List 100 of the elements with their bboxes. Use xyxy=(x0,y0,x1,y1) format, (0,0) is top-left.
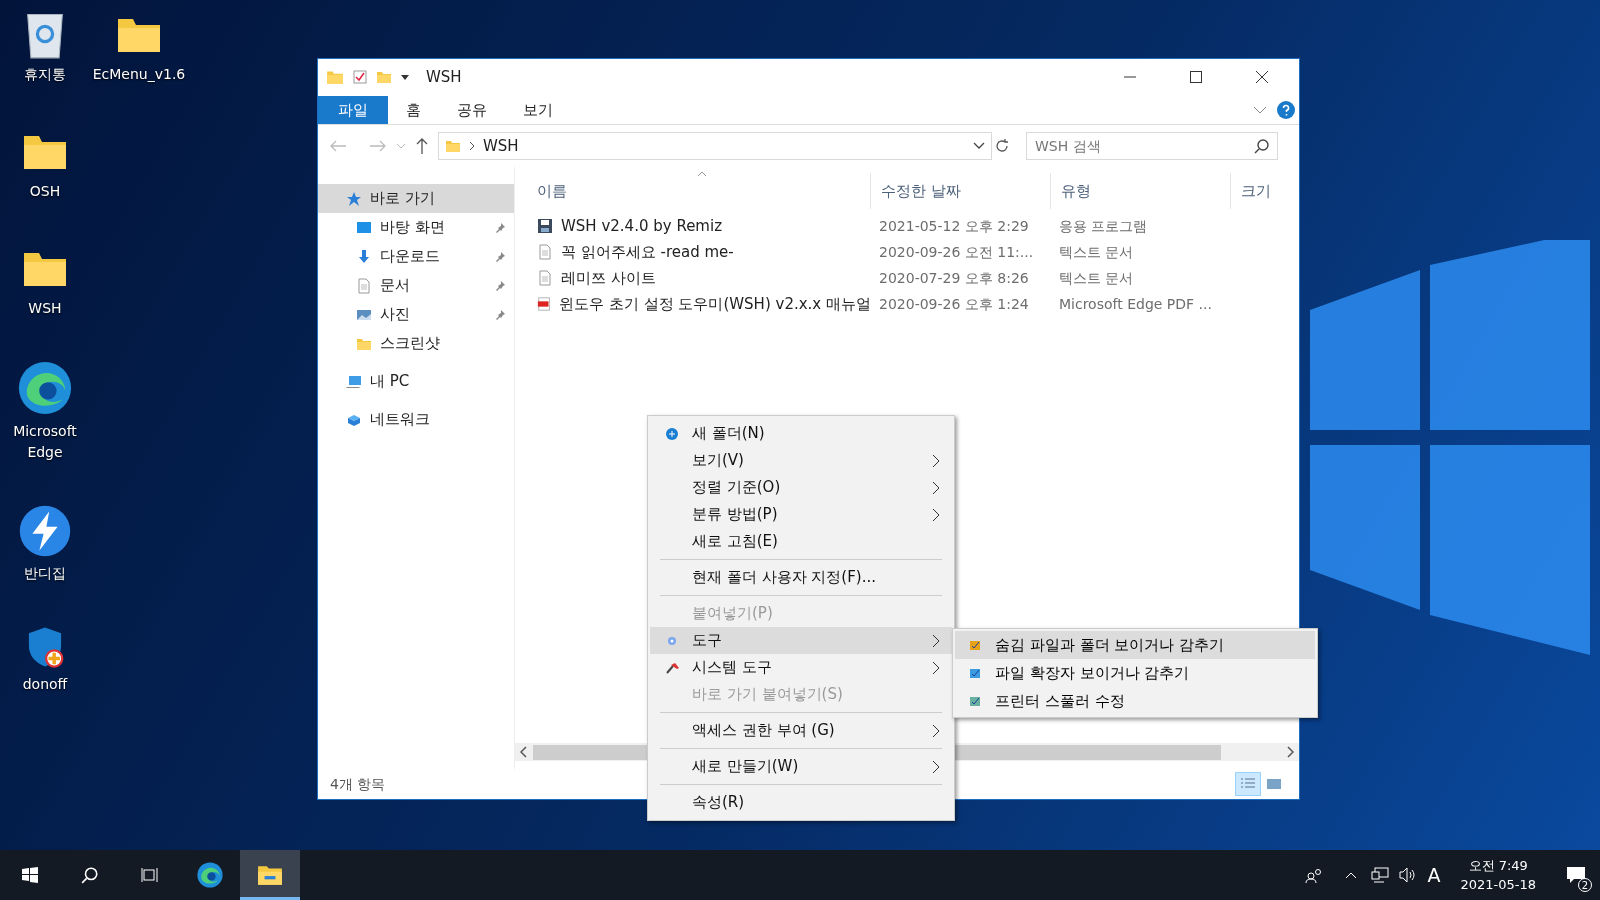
nav-item[interactable]: 문서 xyxy=(318,271,514,300)
taskbar-button[interactable] xyxy=(240,850,300,900)
clock[interactable]: 오전 7:49 2021-05-18 xyxy=(1452,856,1544,894)
menu-item[interactable]: 속성(R) xyxy=(650,789,952,816)
address-bar[interactable]: WSH xyxy=(438,132,992,160)
pin-icon xyxy=(494,279,506,292)
document-icon xyxy=(537,270,553,286)
document-icon xyxy=(537,244,553,260)
menu-item[interactable]: 새 폴더(N) xyxy=(650,420,952,447)
status-text: 4개 항목 xyxy=(330,774,387,794)
desktop-icon-label[interactable]: Microsoft Edge xyxy=(0,421,90,463)
menu-item[interactable]: 액세스 권한 부여 (G) xyxy=(650,717,952,744)
chevron-right-icon xyxy=(932,723,940,738)
chevron-left-icon[interactable] xyxy=(520,746,528,758)
desktop-icon-label[interactable]: OSH xyxy=(29,181,61,202)
task-view-icon xyxy=(141,867,159,883)
pin-icon xyxy=(494,250,506,263)
speaker-icon[interactable] xyxy=(1399,867,1418,883)
help-icon[interactable] xyxy=(1277,101,1295,119)
pin-icon xyxy=(494,221,506,234)
nav-item[interactable]: 사진 xyxy=(318,300,514,329)
nav-item[interactable]: 다운로드 xyxy=(318,242,514,271)
download-arrow-icon xyxy=(356,248,372,265)
menu-item[interactable]: 정렬 기준(O) xyxy=(650,474,952,501)
menu-item[interactable]: 새로 고침(E) xyxy=(650,528,952,555)
search-field[interactable]: WSH 검색 xyxy=(1026,132,1278,160)
chevron-right-icon[interactable] xyxy=(1286,746,1294,758)
star-icon xyxy=(346,190,362,207)
file-name[interactable]: WSH v2.4.0 by Remiz xyxy=(561,214,722,238)
edge-logo-icon xyxy=(16,359,74,417)
nav-item[interactable]: 네트워크 xyxy=(318,405,514,434)
nav-item[interactable]: 바탕 화면 xyxy=(318,213,514,242)
chevron-right-icon xyxy=(932,480,940,495)
up-arrow-icon[interactable] xyxy=(416,138,428,154)
column-header[interactable]: 크기 xyxy=(1231,173,1299,209)
chevron-down-icon[interactable] xyxy=(973,142,985,150)
desktop-icon-label[interactable]: donoff xyxy=(22,674,68,695)
nav-item[interactable]: 바로 가기 xyxy=(318,184,514,213)
lightning-bolt-icon xyxy=(17,503,73,559)
pdf-file-icon xyxy=(537,296,552,312)
document-icon xyxy=(356,277,372,294)
desktop-icon-label[interactable]: EcMenu_v1.6 xyxy=(92,64,186,85)
folder-icon xyxy=(326,68,344,86)
menu-item[interactable]: 프린터 스풀러 수정 xyxy=(955,687,1315,715)
table-cell-text: 텍스트 문서 xyxy=(1058,268,1135,288)
desktop-icon-label[interactable]: 반디집 xyxy=(24,563,66,584)
refresh-icon[interactable] xyxy=(994,138,1010,154)
plus-circle-icon xyxy=(666,427,678,440)
checkmark-icon[interactable] xyxy=(352,69,368,85)
desktop-icon xyxy=(356,219,372,236)
sort-caret-icon xyxy=(697,171,707,177)
close-icon xyxy=(1256,71,1268,83)
caret-up-icon[interactable] xyxy=(1345,871,1358,879)
menu-item[interactable]: 숨김 파일과 폴더 보이거나 감추기 xyxy=(955,631,1315,659)
edge-logo-icon xyxy=(196,861,224,889)
table-cell-text: 2021-05-12 오후 2:29 xyxy=(878,216,1030,236)
desktop-icon-label[interactable]: WSH xyxy=(28,298,62,319)
window-title: WSH xyxy=(426,66,463,88)
chevron-right-icon xyxy=(932,633,940,648)
picture-icon xyxy=(1266,777,1282,791)
column-header[interactable]: 유형 xyxy=(1051,173,1231,209)
menu-item[interactable]: 새로 만들기(W) xyxy=(650,753,952,780)
network-monitor-icon[interactable] xyxy=(1371,867,1390,883)
active-indicator xyxy=(240,897,300,900)
input-method-indicator[interactable]: A xyxy=(1427,860,1441,890)
menu-item[interactable]: 파일 확장자 보이거나 감추기 xyxy=(955,659,1315,687)
people-icon[interactable] xyxy=(1305,867,1324,883)
chevron-right-icon xyxy=(932,759,940,774)
chevron-right-icon xyxy=(932,660,940,675)
chevron-right-icon xyxy=(469,141,475,151)
ribbon-tab[interactable]: 공유 xyxy=(439,96,505,124)
column-header[interactable]: 이름 xyxy=(515,173,871,209)
ribbon-tab[interactable]: 홈 xyxy=(388,96,439,124)
menu-item[interactable]: 보기(V) xyxy=(650,447,952,474)
column-header[interactable]: 수정한 날짜 xyxy=(871,173,1051,209)
table-cell-text: 2020-07-29 오후 8:26 xyxy=(878,268,1030,288)
menu-item[interactable]: 도구 xyxy=(650,627,952,654)
table-cell-text: Microsoft Edge PDF ... xyxy=(1058,294,1213,314)
nav-item[interactable]: 스크린샷 xyxy=(318,329,514,358)
search-icon xyxy=(1254,138,1270,154)
table-cell-text: 응용 프로그램 xyxy=(1058,216,1149,236)
file-name[interactable]: 레미쯔 사이트 xyxy=(561,266,656,290)
nav-item[interactable]: 내 PC xyxy=(318,367,514,396)
maximize-icon xyxy=(1190,71,1202,83)
menu-item[interactable]: 분류 방법(P) xyxy=(650,501,952,528)
file-name[interactable]: 꼭 읽어주세요 -read me- xyxy=(561,240,734,264)
pc-icon xyxy=(346,373,362,390)
dropdown-caret-icon[interactable] xyxy=(400,72,410,82)
menu-item[interactable]: 현재 폴더 사용자 지정(F)... xyxy=(650,564,952,591)
ribbon-tab[interactable]: 보기 xyxy=(505,96,571,124)
desktop-icon-label[interactable]: 휴지통 xyxy=(24,64,66,85)
hammer-icon xyxy=(666,661,680,674)
pin-icon xyxy=(494,308,506,321)
folder-icon xyxy=(376,69,392,85)
menu-item[interactable]: 시스템 도구 xyxy=(650,654,952,681)
chevron-right-icon xyxy=(932,453,940,468)
details-view-icon xyxy=(1240,777,1256,791)
table-cell-text: 2020-09-26 오전 11:... xyxy=(878,242,1035,262)
folder-icon xyxy=(445,138,461,154)
file-name[interactable]: 윈도우 초기 설정 도우미(WSH) v2.x.x 매뉴얼 xyxy=(559,292,871,316)
